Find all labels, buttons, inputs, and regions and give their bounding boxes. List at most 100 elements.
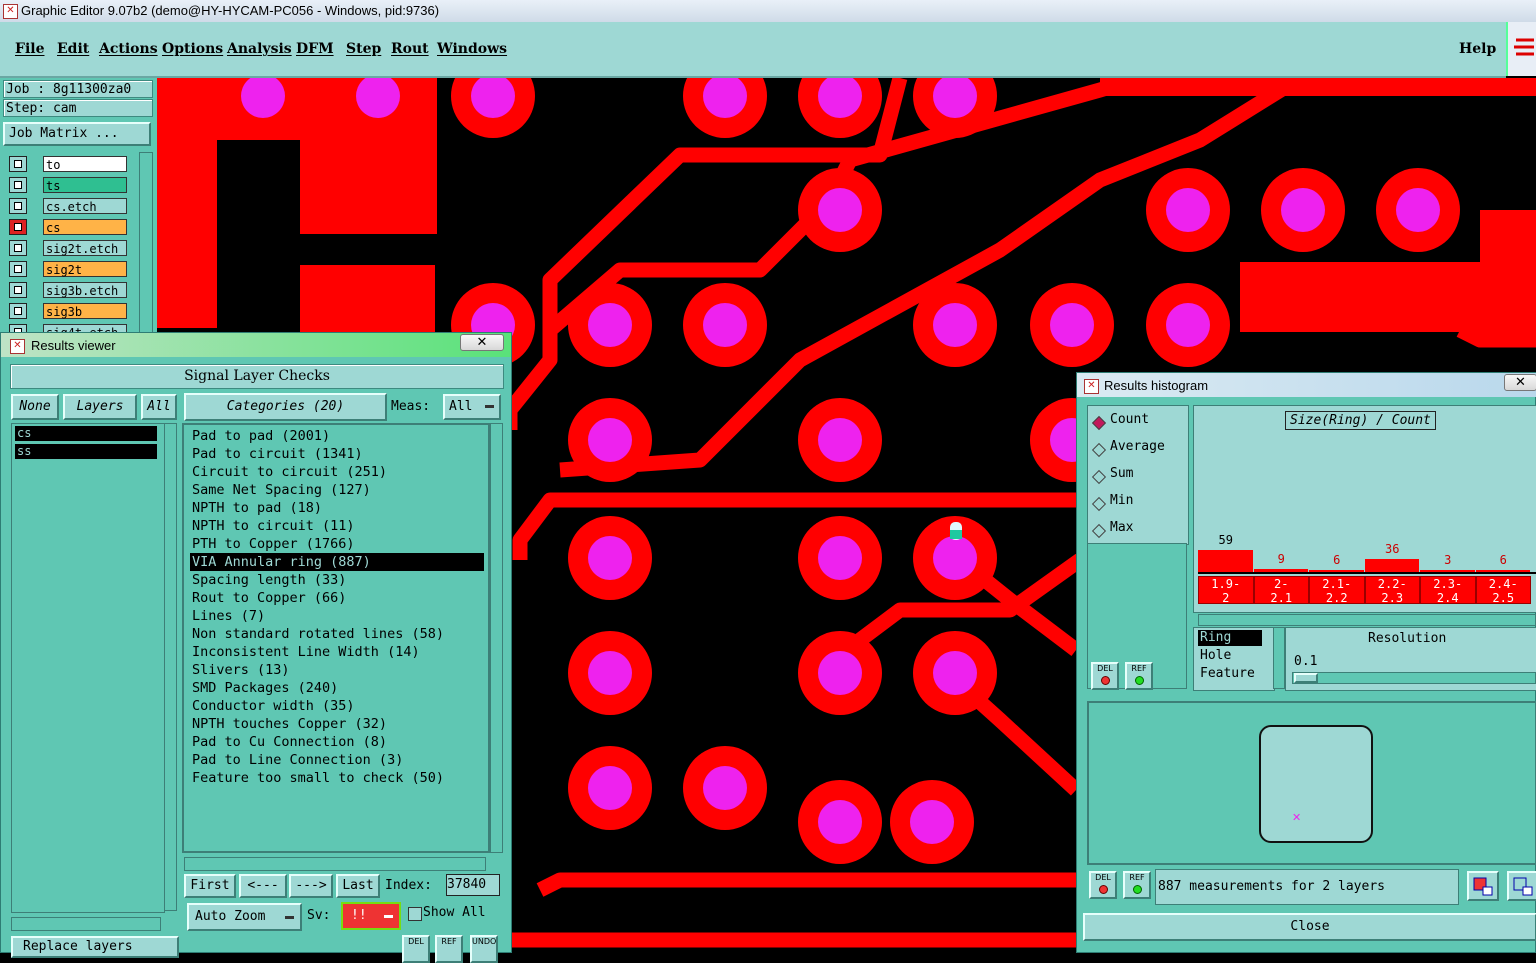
- category-item[interactable]: SMD Packages (240): [190, 679, 484, 697]
- preview-del-button[interactable]: DEL: [1089, 871, 1117, 899]
- histogram-bin-label[interactable]: 2.3- 2.4: [1420, 576, 1476, 605]
- mode-radio-max[interactable]: [1091, 523, 1107, 539]
- layer-row[interactable]: to: [9, 156, 127, 172]
- layer-checkbox[interactable]: [9, 156, 27, 172]
- rv-del-button[interactable]: DEL: [402, 935, 430, 963]
- histogram-close-button[interactable]: Close: [1083, 913, 1536, 941]
- hist-del-button[interactable]: DEL: [1091, 662, 1119, 690]
- category-item[interactable]: Feature too small to check (50): [190, 769, 484, 787]
- results-viewer-close-button[interactable]: ✕: [460, 334, 504, 351]
- meas-dropdown[interactable]: All: [443, 394, 501, 420]
- layer-checkbox[interactable]: [9, 240, 27, 256]
- last-button[interactable]: Last: [336, 874, 380, 898]
- layer-checkbox[interactable]: [9, 261, 27, 277]
- layer-row[interactable]: sig2t.etch: [9, 240, 127, 256]
- histogram-bin-label[interactable]: 2.4- 2.5: [1475, 576, 1531, 605]
- histogram-bar[interactable]: [1420, 570, 1475, 572]
- category-item[interactable]: Non standard rotated lines (58): [190, 625, 484, 643]
- category-item[interactable]: Circuit to circuit (251): [190, 463, 484, 481]
- histogram-bar[interactable]: [1198, 550, 1253, 572]
- category-item[interactable]: Pad to Line Connection (3): [190, 751, 484, 769]
- show-all-checkbox[interactable]: [408, 907, 422, 921]
- resolution-slider[interactable]: [1292, 672, 1536, 684]
- zoom-fit-icon[interactable]: [1467, 871, 1499, 901]
- previous-button[interactable]: <---: [239, 874, 287, 898]
- menu-analysis[interactable]: Analysis: [227, 41, 292, 57]
- none-button[interactable]: None: [11, 394, 59, 420]
- category-item[interactable]: Conductor width (35): [190, 697, 484, 715]
- layer-checkbox[interactable]: [9, 303, 27, 319]
- category-item[interactable]: NPTH to circuit (11): [190, 517, 484, 535]
- zoom-selection-icon[interactable]: [1507, 871, 1536, 901]
- layer-checkbox[interactable]: [9, 198, 27, 214]
- category-item[interactable]: NPTH to pad (18): [190, 499, 484, 517]
- menu-file[interactable]: File: [15, 41, 44, 57]
- index-input[interactable]: 37840: [446, 874, 500, 896]
- category-item[interactable]: Spacing length (33): [190, 571, 484, 589]
- rv-undo-button[interactable]: UNDO: [470, 935, 498, 963]
- preview-ref-button[interactable]: REF: [1123, 871, 1151, 899]
- next-button[interactable]: --->: [289, 874, 333, 898]
- categories-button[interactable]: Categories (20): [184, 393, 387, 421]
- category-item[interactable]: Pad to pad (2001): [190, 427, 484, 445]
- resolution-slider-thumb[interactable]: [1294, 673, 1318, 683]
- mode-radio-min[interactable]: [1091, 496, 1107, 512]
- attribute-item[interactable]: Hole: [1198, 648, 1262, 664]
- menu-help[interactable]: Help: [1459, 41, 1496, 57]
- rv-ref-button[interactable]: REF: [435, 935, 463, 963]
- job-matrix-button[interactable]: Job Matrix ...: [3, 122, 151, 146]
- layer-checkbox[interactable]: [9, 177, 27, 193]
- attribute-scrollbar[interactable]: [1273, 627, 1285, 689]
- attribute-item[interactable]: Ring: [1198, 630, 1262, 646]
- layer-checkbox[interactable]: [9, 282, 27, 298]
- category-hscrollbar[interactable]: [184, 857, 486, 871]
- attribute-item[interactable]: Feature: [1198, 666, 1262, 682]
- layers-button[interactable]: Layers: [63, 394, 137, 420]
- layer-row[interactable]: sig2t: [9, 261, 127, 277]
- category-item[interactable]: Same Net Spacing (127): [190, 481, 484, 499]
- category-item[interactable]: Slivers (13): [190, 661, 484, 679]
- category-item[interactable]: VIA Annular ring (887): [190, 553, 484, 571]
- result-layer-scrollbar[interactable]: [164, 423, 177, 911]
- category-item[interactable]: Rout to Copper (66): [190, 589, 484, 607]
- menu-rout[interactable]: Rout: [391, 41, 429, 57]
- category-item[interactable]: Pad to circuit (1341): [190, 445, 484, 463]
- category-item[interactable]: Pad to Cu Connection (8): [190, 733, 484, 751]
- layer-row[interactable]: sig3b: [9, 303, 127, 319]
- first-button[interactable]: First: [184, 874, 236, 898]
- result-layer-hscrollbar[interactable]: [11, 917, 161, 931]
- menu-edit[interactable]: Edit: [57, 41, 89, 57]
- layer-row[interactable]: cs.etch: [9, 198, 127, 214]
- auto-zoom-dropdown[interactable]: Auto Zoom: [187, 903, 302, 931]
- result-layer-item[interactable]: ss: [15, 444, 157, 459]
- severity-dropdown[interactable]: !!: [341, 902, 401, 930]
- histogram-bar[interactable]: [1253, 568, 1308, 572]
- histogram-close-icon[interactable]: ✕: [1504, 374, 1536, 391]
- histogram-bin-label[interactable]: 2- 2.1: [1253, 576, 1309, 605]
- histogram-bin-label[interactable]: 2.1- 2.2: [1309, 576, 1365, 605]
- layer-row[interactable]: ts: [9, 177, 127, 193]
- result-layer-item[interactable]: cs: [15, 426, 157, 441]
- category-scrollbar[interactable]: [490, 423, 503, 853]
- histogram-bin-label[interactable]: 1.9- 2: [1198, 576, 1254, 605]
- category-item[interactable]: Inconsistent Line Width (14): [190, 643, 484, 661]
- category-item[interactable]: NPTH touches Copper (32): [190, 715, 484, 733]
- all-layers-button[interactable]: All: [141, 394, 177, 420]
- layer-checkbox[interactable]: [9, 219, 27, 235]
- histogram-bar[interactable]: [1364, 558, 1419, 572]
- menu-windows[interactable]: Windows: [437, 41, 507, 57]
- histogram-hscrollbar[interactable]: [1198, 614, 1536, 626]
- hist-ref-button[interactable]: REF: [1125, 662, 1153, 690]
- histogram-bin-label[interactable]: 2.2- 2.3: [1364, 576, 1420, 605]
- mode-radio-count[interactable]: [1091, 415, 1107, 431]
- layer-row[interactable]: sig3b.etch: [9, 282, 127, 298]
- replace-layers-dropdown[interactable]: Replace layers: [11, 936, 179, 958]
- mode-radio-sum[interactable]: [1091, 469, 1107, 485]
- menu-step[interactable]: Step: [346, 41, 381, 57]
- mode-radio-average[interactable]: [1091, 442, 1107, 458]
- layer-row[interactable]: cs: [9, 219, 127, 235]
- menu-dfm[interactable]: DFM: [296, 41, 334, 57]
- menu-options[interactable]: Options: [162, 41, 223, 57]
- menu-actions[interactable]: Actions: [99, 41, 158, 57]
- category-item[interactable]: PTH to Copper (1766): [190, 535, 484, 553]
